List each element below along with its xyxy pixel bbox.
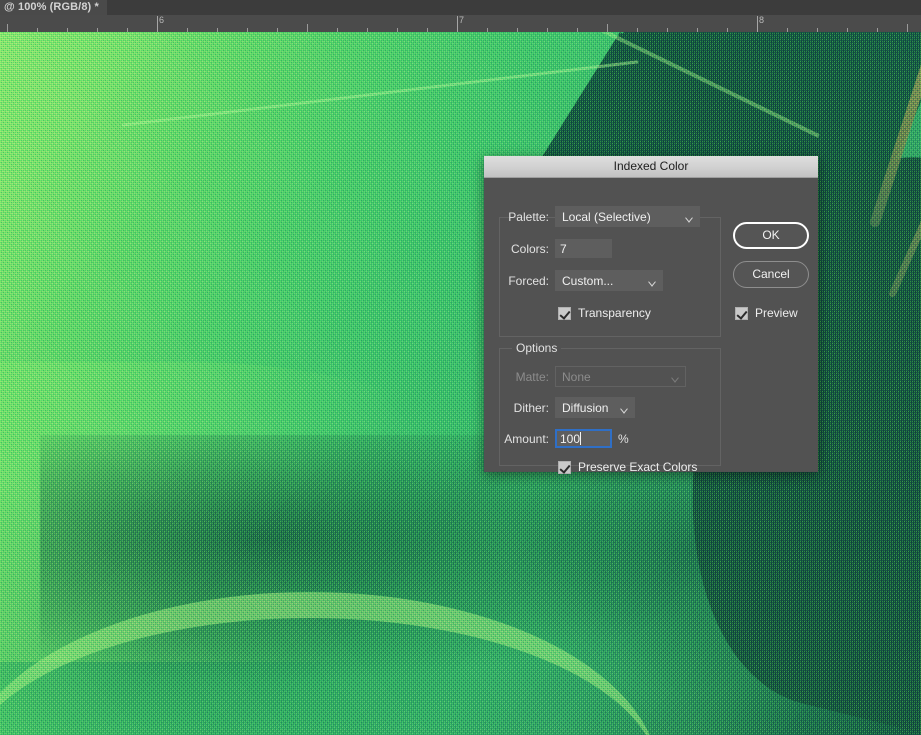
dialog-title: Indexed Color bbox=[484, 156, 818, 178]
chevron-down-icon bbox=[672, 375, 679, 379]
chevron-down-icon bbox=[686, 215, 693, 219]
ok-button[interactable]: OK bbox=[733, 222, 809, 249]
horizontal-ruler[interactable]: 6 7 8 bbox=[0, 15, 921, 33]
preserve-exact-colors-row[interactable]: Preserve Exact Colors bbox=[558, 458, 697, 476]
cancel-button[interactable]: Cancel bbox=[733, 261, 809, 288]
colors-input[interactable]: 7 bbox=[555, 239, 612, 258]
text-caret bbox=[580, 432, 582, 445]
preview-checkbox-row[interactable]: Preview bbox=[735, 304, 798, 322]
chevron-down-icon bbox=[649, 279, 656, 283]
palette-select[interactable]: Local (Selective) bbox=[555, 206, 700, 227]
dialog-body: Palette: Local (Selective) Colors: 7 For… bbox=[484, 178, 818, 474]
colors-row: Colors: 7 bbox=[499, 238, 612, 259]
ruler-tick bbox=[907, 24, 908, 32]
preview-checkbox[interactable] bbox=[735, 306, 748, 320]
forced-select-value: Custom... bbox=[562, 274, 614, 288]
dither-row: Dither: Diffusion bbox=[499, 397, 635, 418]
transparency-label: Transparency bbox=[578, 306, 651, 320]
document-tab[interactable]: @ 100% (RGB/8) * bbox=[0, 0, 107, 15]
forced-row: Forced: Custom... bbox=[499, 270, 663, 291]
forced-label: Forced: bbox=[508, 273, 549, 288]
document-tab-bar: @ 100% (RGB/8) * bbox=[0, 0, 921, 15]
ruler-label: 7 bbox=[459, 15, 465, 25]
palette-select-value: Local (Selective) bbox=[562, 210, 651, 224]
options-group-legend: Options bbox=[512, 341, 562, 355]
preview-label: Preview bbox=[755, 306, 798, 320]
ruler-label: 6 bbox=[159, 15, 165, 25]
dither-label: Dither: bbox=[513, 400, 549, 415]
photoshop-window: @ 100% (RGB/8) * 6 7 8 Indexed Color Palet… bbox=[0, 0, 921, 735]
indexed-color-dialog: Indexed Color Palette: Local (Selective)… bbox=[484, 156, 818, 474]
forced-select[interactable]: Custom... bbox=[555, 270, 663, 291]
ruler-label: 8 bbox=[759, 15, 765, 25]
ruler-tick bbox=[7, 24, 8, 32]
amount-row: Amount: 100 % bbox=[490, 428, 629, 449]
colors-label: Colors: bbox=[510, 241, 549, 256]
amount-label: Amount: bbox=[504, 431, 549, 446]
palette-row: Palette: Local (Selective) bbox=[499, 206, 700, 227]
dither-select-value: Diffusion bbox=[562, 401, 609, 415]
matte-row: Matte: None bbox=[499, 366, 686, 387]
amount-input-value: 100 bbox=[560, 432, 581, 446]
matte-label: Matte: bbox=[515, 369, 549, 384]
preserve-exact-colors-checkbox[interactable] bbox=[558, 460, 571, 474]
amount-unit-label: % bbox=[618, 431, 629, 446]
transparency-checkbox-row[interactable]: Transparency bbox=[558, 304, 651, 322]
ruler-tick bbox=[307, 24, 308, 32]
palette-label: Palette: bbox=[508, 209, 549, 224]
dither-select[interactable]: Diffusion bbox=[555, 397, 635, 418]
amount-input[interactable]: 100 bbox=[555, 429, 612, 448]
ruler-tick bbox=[607, 24, 608, 32]
colors-input-value: 7 bbox=[560, 242, 567, 256]
chevron-down-icon bbox=[621, 406, 628, 410]
matte-select-value: None bbox=[562, 370, 591, 384]
matte-select: None bbox=[555, 366, 686, 387]
transparency-checkbox[interactable] bbox=[558, 306, 571, 320]
preserve-exact-colors-label: Preserve Exact Colors bbox=[578, 460, 698, 474]
